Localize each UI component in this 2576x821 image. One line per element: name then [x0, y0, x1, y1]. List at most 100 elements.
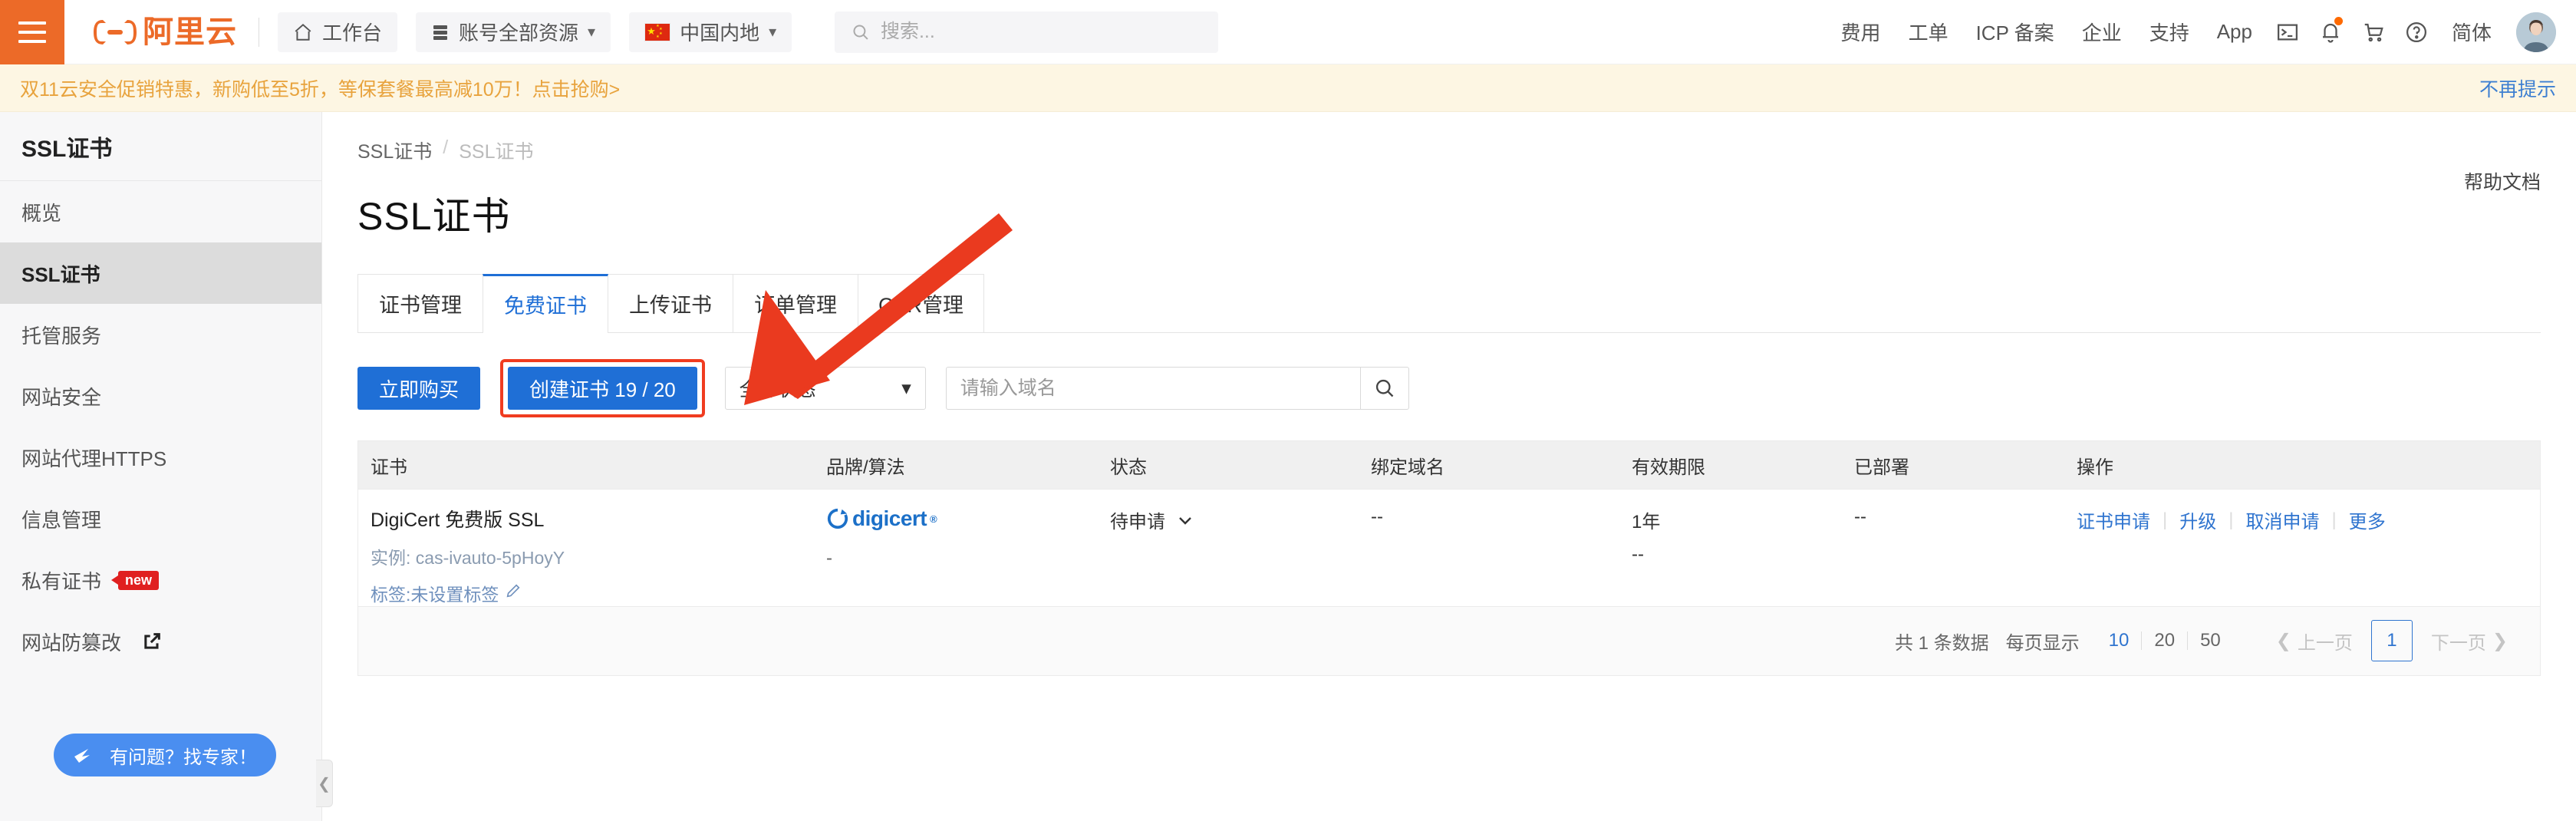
home-icon: [295, 23, 311, 41]
tab-upload-certificate[interactable]: 上传证书: [608, 274, 733, 332]
tab-label: 订单管理: [754, 294, 837, 317]
help-circle-icon[interactable]: [2395, 11, 2438, 54]
cart-icon[interactable]: [2352, 11, 2395, 54]
action-separator: |: [2228, 509, 2234, 530]
search-icon: [853, 25, 868, 40]
column-header-brand-algorithm: 品牌/算法: [826, 457, 905, 478]
table-header-row: 证书 品牌/算法 状态 绑定域名 有效期限 已部署 操作: [358, 441, 2540, 489]
create-certificate-highlight: 创建证书 19 / 20: [500, 359, 705, 417]
notification-badge: [2334, 16, 2343, 25]
chevron-down-icon: [1179, 516, 1191, 525]
global-search[interactable]: [835, 11, 1219, 53]
promo-dismiss-link[interactable]: 不再提示: [2479, 74, 2576, 102]
status-filter-select[interactable]: 全部状态 ▾: [724, 367, 926, 410]
page-title: SSL证书: [357, 195, 511, 238]
cell-status: 待申请: [1110, 506, 1371, 533]
action-cancel-application[interactable]: 取消申请: [2245, 506, 2319, 533]
global-search-input[interactable]: [880, 21, 1202, 43]
breadcrumb: SSL证书 / SSL证书: [322, 112, 2576, 164]
promo-banner-text[interactable]: 双11云安全促销特惠，新购低至5折，等保套餐最高减10万！点击抢购>: [0, 74, 620, 102]
chevron-down-icon: ▾: [769, 24, 777, 41]
sidebar-item-proxy-https[interactable]: 网站代理HTTPS: [0, 427, 321, 488]
region-selector[interactable]: ★ ★ ★ ★ ★ 中国内地 ▾: [629, 12, 792, 52]
breadcrumb-separator: /: [443, 137, 449, 158]
status-dropdown[interactable]: 待申请: [1110, 506, 1371, 533]
sidebar-item-ssl-certificate[interactable]: SSL证书: [0, 242, 321, 304]
pencil-icon[interactable]: [505, 582, 522, 604]
certificate-name: DigiCert 免费版 SSL: [371, 509, 545, 531]
ask-expert-button[interactable]: 有问题？找专家！: [54, 734, 276, 776]
action-separator: |: [2331, 509, 2337, 530]
page-size-20[interactable]: 20: [2142, 630, 2187, 651]
certificate-tag-label: 标签:未设置标签: [371, 584, 499, 605]
region-label: 中国内地: [680, 21, 760, 45]
tab-label: 上传证书: [629, 294, 712, 317]
action-upgrade[interactable]: 升级: [2179, 506, 2216, 533]
table-pagination: 共 1 条数据 每页显示 10 20 50 ❮ 上一页 1 下一页 ❯: [358, 605, 2540, 675]
user-avatar[interactable]: [2516, 12, 2556, 52]
tab-order-management[interactable]: 订单管理: [733, 274, 858, 332]
header-link-enterprise[interactable]: 企业: [2068, 18, 2136, 46]
chevron-right-icon: ❯: [2492, 630, 2508, 651]
page-size-50[interactable]: 50: [2188, 630, 2233, 651]
breadcrumb-item-root[interactable]: SSL证书: [357, 137, 432, 164]
cell-actions: 证书申请 | 升级 | 取消申请 | 更多: [2077, 506, 2540, 533]
tab-label: 证书管理: [379, 294, 462, 317]
current-page-number[interactable]: 1: [2370, 620, 2413, 661]
help-doc-link[interactable]: 帮助文档: [2464, 167, 2541, 195]
tab-free-certificate[interactable]: 免费证书: [483, 274, 608, 333]
server-icon: [433, 25, 448, 40]
validity-sub-value: --: [1632, 544, 1644, 565]
language-selector[interactable]: 简体: [2438, 18, 2505, 46]
prev-page-label: 上一页: [2297, 632, 2353, 654]
digicert-logo-icon: digicert ®: [826, 506, 1110, 531]
cell-deployed: --: [1854, 506, 1866, 527]
sidebar-item-label: 网站安全: [21, 385, 102, 409]
china-flag-icon: ★ ★ ★ ★ ★: [644, 22, 671, 41]
sidebar-item-anti-tamper[interactable]: 网站防篡改: [0, 611, 321, 672]
all-resources-dropdown[interactable]: 账号全部资源 ▾: [416, 12, 611, 52]
tab-bar: 证书管理 免费证书 上传证书 订单管理 CSR管理: [357, 274, 2541, 333]
page-size-10[interactable]: 10: [2097, 630, 2142, 651]
action-more[interactable]: 更多: [2349, 506, 2386, 533]
sidebar-item-label: 信息管理: [21, 508, 102, 532]
tab-csr-management[interactable]: CSR管理: [858, 274, 985, 332]
domain-search-button[interactable]: [1359, 367, 1409, 410]
domain-search-input[interactable]: [945, 367, 1360, 410]
main-content: SSL证书 / SSL证书 SSL证书 证书管理 免费证书 上传证书 订单管理 …: [322, 112, 2576, 821]
all-resources-label: 账号全部资源: [459, 21, 579, 45]
tab-label: 免费证书: [504, 295, 587, 318]
header-link-ticket[interactable]: 工单: [1895, 18, 1962, 46]
create-certificate-button[interactable]: 创建证书 19 / 20: [508, 367, 697, 410]
sidebar-item-managed-service[interactable]: 托管服务: [0, 304, 321, 365]
workbench-label: 工作台: [322, 21, 383, 45]
action-apply-certificate[interactable]: 证书申请: [2077, 506, 2150, 533]
tab-label: CSR管理: [878, 294, 964, 317]
header-link-app[interactable]: App: [2203, 20, 2266, 44]
per-page-label: 每页显示: [2005, 632, 2080, 654]
sidebar-item-info-management[interactable]: 信息管理: [0, 488, 321, 549]
workbench-button[interactable]: 工作台: [278, 12, 398, 52]
certificate-tag[interactable]: 标签:未设置标签: [371, 580, 826, 606]
column-header-actions: 操作: [2077, 457, 2113, 478]
sidebar-collapse-handle[interactable]: ❮: [316, 760, 333, 807]
header-link-support[interactable]: 支持: [2136, 18, 2203, 46]
sidebar-item-overview[interactable]: 概览: [0, 181, 321, 242]
external-link-icon: [141, 631, 163, 652]
hamburger-menu-icon[interactable]: [0, 0, 64, 64]
sidebar-item-website-security[interactable]: 网站安全: [0, 365, 321, 427]
buy-now-button[interactable]: 立即购买: [357, 367, 481, 410]
next-page-button[interactable]: 下一页 ❯: [2431, 628, 2508, 654]
validity-value: 1年: [1632, 512, 1661, 532]
header-link-icp[interactable]: ICP 备案: [1962, 18, 2068, 46]
action-separator: |: [2163, 509, 2168, 530]
terminal-icon[interactable]: [2266, 11, 2309, 54]
chevron-left-icon: ❮: [2275, 630, 2291, 651]
sidebar-item-private-certificate[interactable]: 私有证书 new: [0, 549, 321, 611]
bell-icon[interactable]: [2309, 11, 2352, 54]
certificates-table: 证书 品牌/算法 状态 绑定域名 有效期限 已部署 操作 DigiCert 免费…: [357, 440, 2541, 676]
prev-page-button[interactable]: ❮ 上一页: [2276, 628, 2353, 654]
tab-certificate-management[interactable]: 证书管理: [357, 274, 483, 332]
header-link-fee[interactable]: 费用: [1827, 18, 1895, 46]
brand-logo[interactable]: 阿里云: [64, 17, 259, 48]
